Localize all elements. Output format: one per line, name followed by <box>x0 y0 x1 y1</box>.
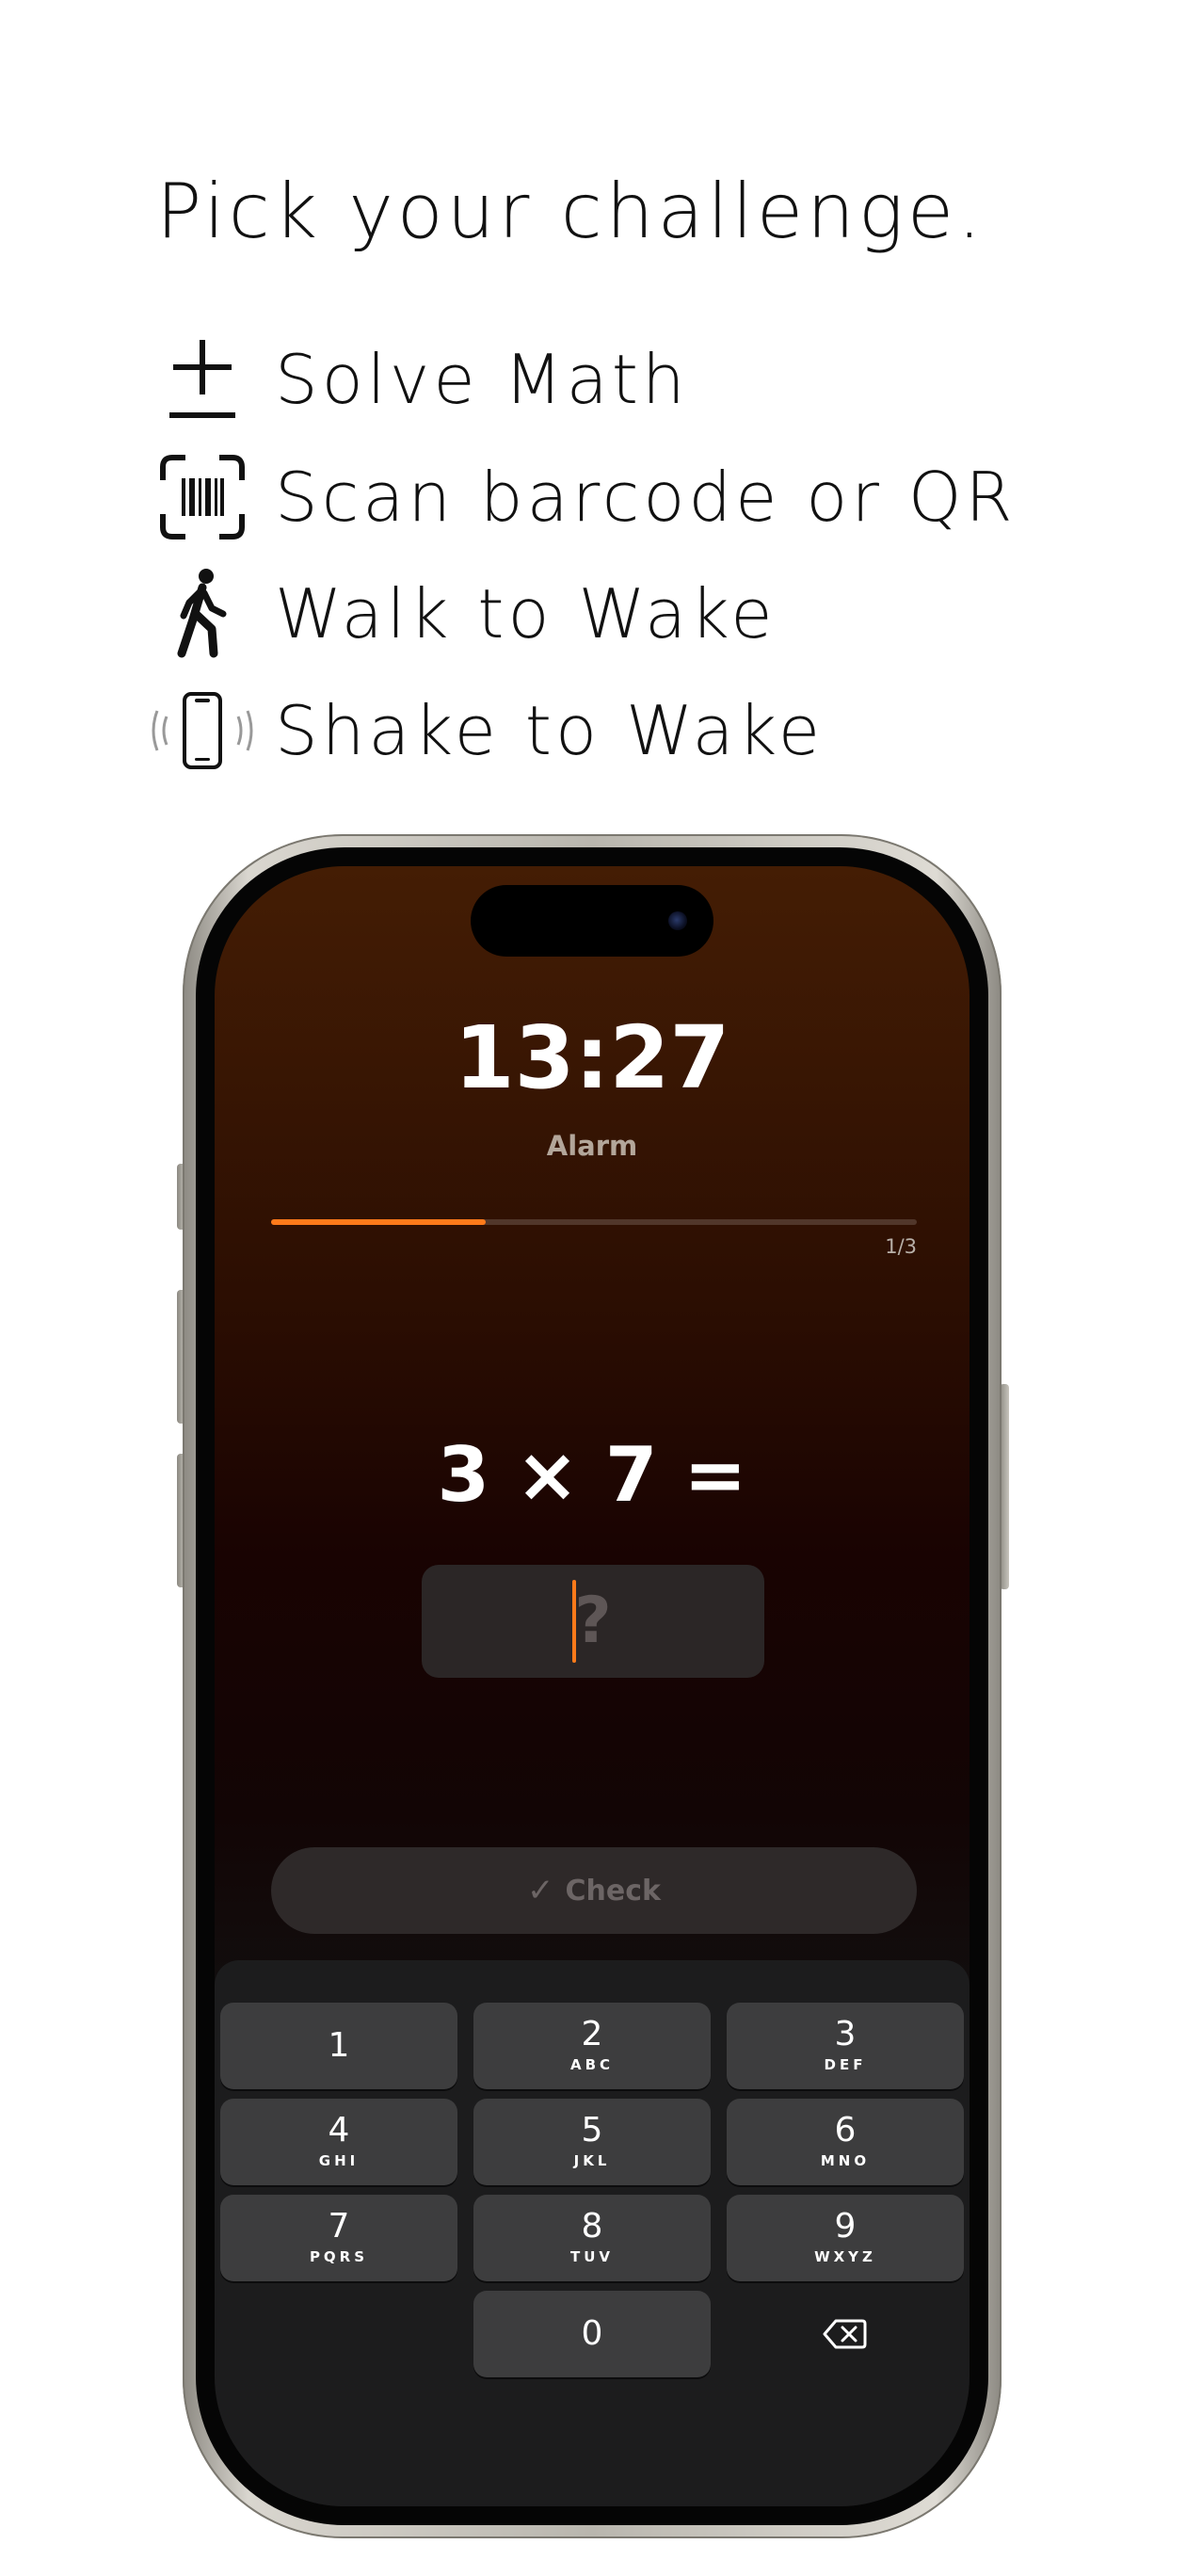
dynamic-island <box>471 885 713 957</box>
key-digit: 8 <box>581 2207 603 2246</box>
key-2[interactable]: 2 ABC <box>473 2003 711 2089</box>
key-letters: MNO <box>820 2152 871 2169</box>
key-digit: 4 <box>328 2111 350 2149</box>
key-3[interactable]: 3 DEF <box>727 2003 964 2089</box>
delete-key[interactable] <box>727 2291 964 2377</box>
camera-icon <box>668 911 687 930</box>
key-6[interactable]: 6 MNO <box>727 2099 964 2185</box>
key-0[interactable]: 0 <box>473 2291 711 2377</box>
key-digit: 9 <box>834 2207 857 2246</box>
feature-label: Walk to Wake <box>275 574 777 653</box>
key-digit: 2 <box>581 2015 603 2053</box>
key-4[interactable]: 4 GHI <box>220 2099 457 2185</box>
key-digit: 0 <box>581 2314 603 2353</box>
key-7[interactable]: 7 PQRS <box>220 2195 457 2281</box>
key-letters: PQRS <box>309 2248 369 2265</box>
feature-shake-to-wake: Shake to Wake <box>141 679 824 782</box>
math-equation: 3 × 7 = <box>437 1431 747 1519</box>
key-digit: 6 <box>834 2111 857 2149</box>
challenge-progress-count: 1/3 <box>885 1235 917 1258</box>
alarm-label: Alarm <box>546 1130 638 1162</box>
key-9[interactable]: 9 WXYZ <box>727 2195 964 2281</box>
checkmark-icon: ✓ <box>527 1872 554 1909</box>
alarm-screen: 13:27 Alarm 1/3 3 × 7 = ? ✓ Check 1 2 AB… <box>215 866 970 2506</box>
key-letters: WXYZ <box>814 2248 876 2265</box>
key-letters: JKL <box>573 2152 611 2169</box>
feature-scan-barcode: Scan barcode or QR <box>141 445 1017 549</box>
numeric-keypad: 1 2 ABC 3 DEF 4 GHI 5 JKL 6 MNO 7 PQRS 8… <box>215 1960 970 2506</box>
plus-minus-icon <box>141 328 264 431</box>
text-cursor <box>572 1580 576 1663</box>
check-button[interactable]: ✓ Check <box>271 1847 917 1934</box>
key-letters: TUV <box>569 2248 615 2265</box>
key-letters: GHI <box>318 2152 360 2169</box>
challenge-progress-fill <box>271 1219 487 1225</box>
key-5[interactable]: 5 JKL <box>473 2099 711 2185</box>
key-digit: 7 <box>328 2207 350 2246</box>
alarm-time: 13:27 <box>454 1007 730 1108</box>
backspace-icon <box>823 2319 867 2349</box>
key-1[interactable]: 1 <box>220 2003 457 2089</box>
feature-label: Shake to Wake <box>275 691 825 770</box>
key-letters: ABC <box>569 2056 615 2073</box>
challenge-progress-bar <box>271 1219 917 1225</box>
feature-label: Solve Math <box>275 340 689 419</box>
key-digit: 3 <box>834 2015 857 2053</box>
feature-label: Scan barcode or QR <box>275 458 1017 537</box>
answer-input[interactable]: ? <box>422 1565 764 1678</box>
key-letters: DEF <box>824 2056 867 2073</box>
feature-walk-to-wake: Walk to Wake <box>141 562 777 666</box>
key-digit: 5 <box>581 2111 603 2149</box>
check-button-label: Check <box>565 1874 661 1908</box>
barcode-scan-icon <box>141 445 264 549</box>
walking-person-icon <box>141 562 264 666</box>
page-title: Pick your challenge. <box>156 168 986 255</box>
phone-shake-icon <box>141 679 264 782</box>
key-digit: 1 <box>328 2026 350 2065</box>
key-8[interactable]: 8 TUV <box>473 2195 711 2281</box>
answer-placeholder: ? <box>574 1584 612 1658</box>
feature-solve-math: Solve Math <box>141 328 689 431</box>
